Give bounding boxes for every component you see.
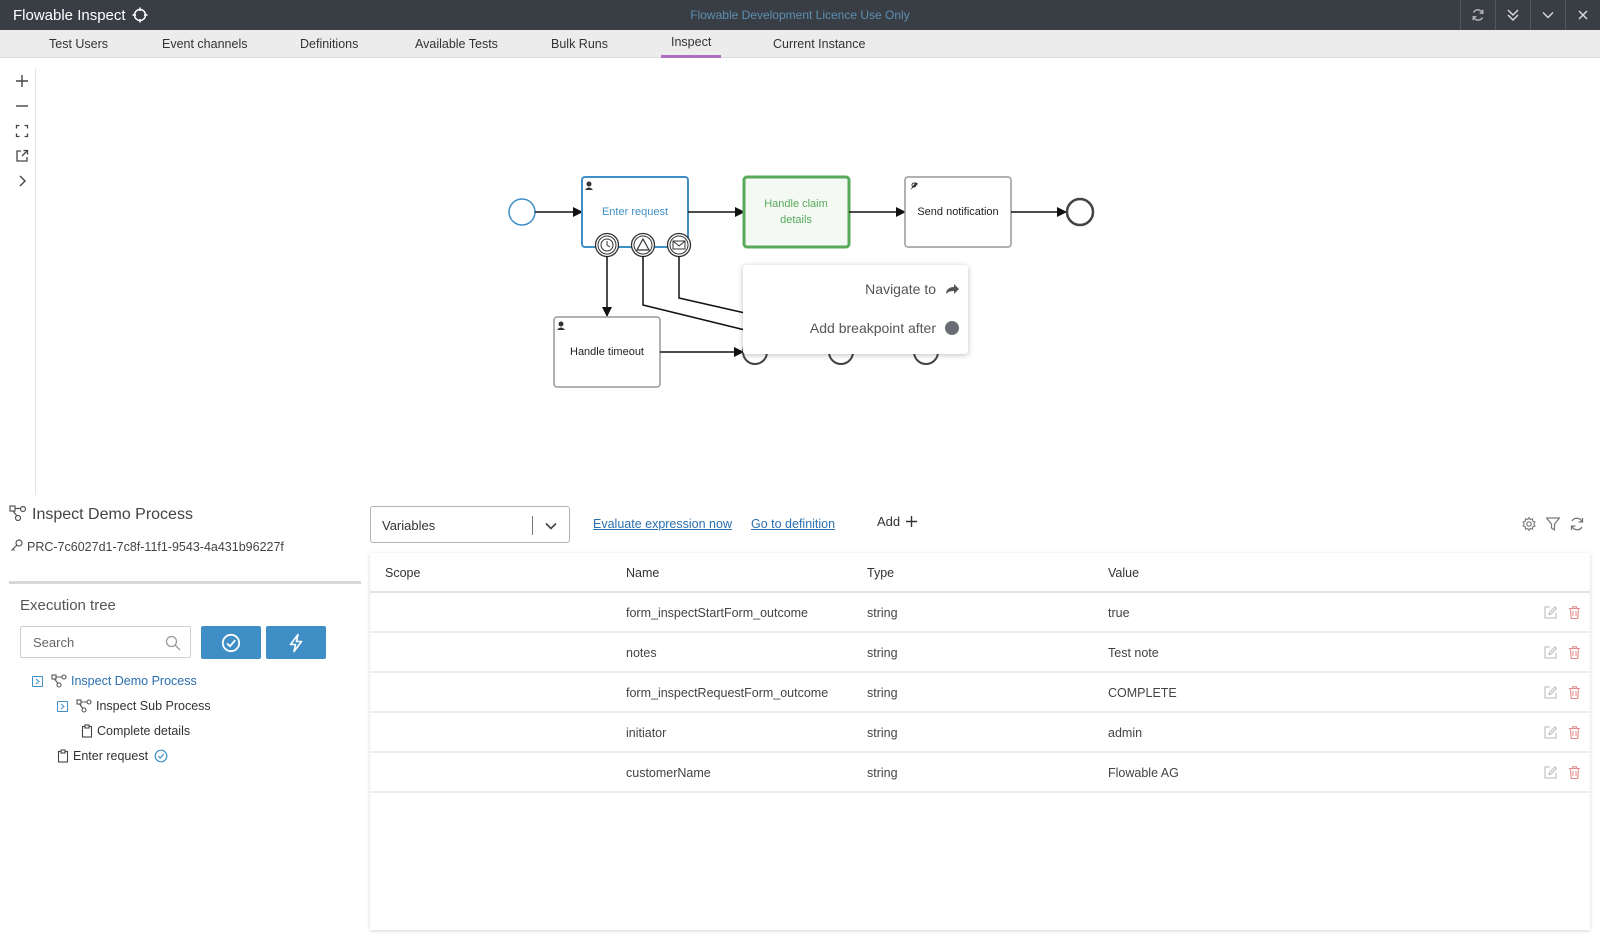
select-value: Variables bbox=[382, 518, 436, 533]
task-handle-claim-details[interactable] bbox=[742, 175, 851, 249]
column-scope[interactable]: Scope bbox=[385, 566, 420, 580]
table-row[interactable]: form_inspectStartForm_outcome string tru… bbox=[370, 593, 1590, 633]
trash-icon[interactable] bbox=[1567, 765, 1582, 780]
expand-toggle[interactable] bbox=[32, 675, 43, 687]
trash-icon[interactable] bbox=[1567, 605, 1582, 620]
cell-value: Test note bbox=[1108, 646, 1159, 660]
escalation-boundary-event[interactable] bbox=[630, 232, 656, 258]
table-row[interactable]: form_inspectRequestForm_outcome string C… bbox=[370, 673, 1590, 713]
navigate-to-item[interactable]: Navigate to bbox=[865, 279, 960, 299]
select-separator bbox=[532, 516, 533, 535]
edit-icon[interactable] bbox=[1543, 725, 1558, 740]
completed-filter-button[interactable] bbox=[201, 626, 261, 659]
tree-node-label: Complete details bbox=[97, 724, 191, 738]
table-header: Scope Name Type Value bbox=[370, 553, 1590, 593]
execution-tree-title: Execution tree bbox=[20, 597, 116, 614]
cell-name: form_inspectRequestForm_outcome bbox=[626, 686, 829, 700]
tree-node-label: Inspect Sub Process bbox=[96, 699, 211, 713]
navigate-to-label: Navigate to bbox=[865, 281, 936, 297]
cell-type: string bbox=[867, 766, 898, 780]
process-instance-id: PRC-7c6027d1-7c8f-11f1-9543-4a431b96227f bbox=[27, 540, 284, 554]
table-row[interactable]: customerName string Flowable AG bbox=[370, 753, 1590, 793]
execution-tree-search bbox=[20, 626, 191, 658]
cell-name: initiator bbox=[626, 726, 667, 740]
chevron-right-icon bbox=[35, 678, 40, 684]
cell-value: Flowable AG bbox=[1108, 766, 1179, 780]
go-to-definition-link[interactable]: Go to definition bbox=[751, 517, 835, 531]
cell-name: customerName bbox=[626, 766, 711, 780]
cell-type: string bbox=[867, 686, 898, 700]
task-handle-timeout-label: Handle timeout bbox=[570, 346, 644, 358]
trash-icon[interactable] bbox=[1567, 685, 1582, 700]
search-input[interactable] bbox=[21, 627, 161, 657]
edit-icon[interactable] bbox=[1543, 685, 1558, 700]
add-label: Add bbox=[877, 514, 901, 529]
divider bbox=[9, 581, 361, 584]
filter-icon[interactable] bbox=[1545, 516, 1561, 532]
edit-icon[interactable] bbox=[1543, 645, 1558, 660]
timer-boundary-event[interactable] bbox=[594, 232, 620, 258]
task-handle-claim-label-1: Handle claim bbox=[764, 198, 828, 210]
process-icon bbox=[76, 699, 92, 713]
diagram-context-menu: Navigate to Add breakpoint after bbox=[743, 265, 968, 354]
variables-view-select[interactable]: Variables bbox=[370, 506, 570, 543]
process-icon bbox=[9, 505, 27, 521]
tree-node-complete-details[interactable]: Complete details bbox=[81, 722, 190, 740]
cell-type: string bbox=[867, 606, 898, 620]
cell-name: notes bbox=[626, 646, 657, 660]
process-icon bbox=[51, 674, 67, 688]
task-send-notification-label: Send notification bbox=[917, 206, 998, 218]
tree-node-label: Inspect Demo Process bbox=[71, 674, 197, 688]
cell-name: form_inspectStartForm_outcome bbox=[626, 606, 809, 620]
share-arrow-icon bbox=[946, 284, 959, 294]
trash-icon[interactable] bbox=[1567, 645, 1582, 660]
search-icon[interactable] bbox=[165, 635, 181, 651]
add-variable-button[interactable]: Add bbox=[877, 514, 918, 529]
start-event[interactable] bbox=[508, 198, 536, 226]
tree-node-enter-request[interactable]: Enter request bbox=[57, 747, 168, 765]
trash-icon[interactable] bbox=[1567, 725, 1582, 740]
task-enter-request-label: Enter request bbox=[602, 206, 668, 218]
gear-icon[interactable] bbox=[1521, 516, 1537, 532]
add-breakpoint-item[interactable]: Add breakpoint after bbox=[810, 318, 960, 338]
tree-node-inspect-demo-process[interactable]: Inspect Demo Process bbox=[32, 672, 197, 690]
active-filter-button[interactable] bbox=[266, 626, 326, 659]
column-value[interactable]: Value bbox=[1108, 566, 1139, 580]
check-circle-icon bbox=[154, 749, 168, 763]
table-row[interactable]: notes string Test note bbox=[370, 633, 1590, 673]
edit-icon[interactable] bbox=[1543, 765, 1558, 780]
cell-value: COMPLETE bbox=[1108, 686, 1177, 700]
add-breakpoint-label: Add breakpoint after bbox=[809, 320, 936, 336]
message-boundary-event[interactable] bbox=[666, 232, 692, 258]
lightning-icon bbox=[289, 633, 303, 652]
message-flow bbox=[678, 256, 746, 314]
refresh-icon[interactable] bbox=[1569, 516, 1585, 532]
evaluate-expression-link[interactable]: Evaluate expression now bbox=[593, 517, 732, 531]
plus-icon bbox=[906, 516, 918, 527]
expand-toggle[interactable] bbox=[57, 700, 68, 712]
cell-type: string bbox=[867, 646, 898, 660]
clipboard-icon bbox=[57, 749, 69, 763]
cell-type: string bbox=[867, 726, 898, 740]
task-handle-claim-label-2: details bbox=[780, 214, 812, 226]
cell-value: admin bbox=[1108, 726, 1143, 740]
breakpoint-dot-icon bbox=[945, 321, 959, 335]
tree-node-inspect-sub-process[interactable]: Inspect Sub Process bbox=[57, 697, 211, 715]
column-name[interactable]: Name bbox=[626, 566, 659, 580]
key-icon bbox=[11, 539, 23, 551]
edit-icon[interactable] bbox=[1543, 605, 1558, 620]
check-circle-icon bbox=[221, 633, 241, 652]
clipboard-icon bbox=[81, 724, 93, 738]
chevron-down-icon[interactable] bbox=[543, 518, 559, 534]
process-title: Inspect Demo Process bbox=[32, 506, 193, 523]
process-diagram: Enter request Handle claim details Send … bbox=[508, 175, 1095, 388]
chevron-right-icon bbox=[60, 703, 65, 709]
column-type[interactable]: Type bbox=[867, 566, 894, 580]
variables-table: Scope Name Type Value form_inspectStartF… bbox=[370, 553, 1590, 930]
tree-node-label: Enter request bbox=[73, 749, 149, 763]
cell-value: true bbox=[1108, 606, 1130, 620]
end-event[interactable] bbox=[1065, 197, 1095, 227]
table-row[interactable]: initiator string admin bbox=[370, 713, 1590, 753]
